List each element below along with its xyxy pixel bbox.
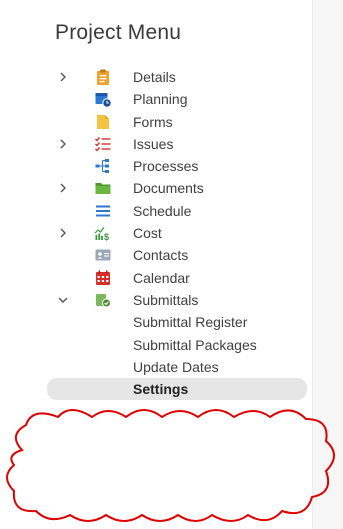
menu-item-submittals[interactable]: Submittals — [0, 289, 312, 311]
menu-item-forms[interactable]: Forms — [0, 111, 312, 133]
submenu-item-submittal-packages[interactable]: Submittal Packages — [0, 334, 312, 356]
menu-item-label: Processes — [133, 158, 199, 175]
process-tree-icon — [95, 159, 109, 174]
contact-card-icon — [95, 249, 111, 261]
submittals-icon — [96, 293, 111, 308]
chevron-right-icon[interactable] — [57, 182, 69, 194]
form-icon — [97, 114, 109, 129]
submenu-item-label: Submittal Register — [133, 314, 248, 331]
chevron-right-icon[interactable] — [57, 138, 69, 150]
menu-item-calendar[interactable]: Calendar — [0, 267, 312, 289]
menu-item-label: Submittals — [133, 291, 199, 308]
menu-item-documents[interactable]: Documents — [0, 177, 312, 199]
menu-item-label: Contacts — [133, 247, 189, 264]
submenu-item-settings[interactable]: Settings — [0, 378, 312, 401]
chevron-right-icon[interactable] — [57, 227, 69, 239]
cloud-annotation — [6, 409, 335, 522]
calendar-icon — [96, 270, 110, 285]
schedule-lines-icon — [96, 205, 110, 217]
clipboard-icon — [97, 69, 109, 85]
menu-item-details[interactable]: Details — [0, 66, 312, 88]
menu-item-schedule[interactable]: Schedule — [0, 200, 312, 222]
submenu-item-label: Settings — [133, 381, 189, 398]
menu-item-label: Documents — [133, 180, 204, 197]
project-menu-panel: Project Menu Details Planning Forms Issu… — [0, 0, 343, 529]
scroll-gutter — [312, 0, 343, 529]
checklist-icon — [95, 136, 111, 152]
menu-item-processes[interactable]: Processes — [0, 155, 312, 177]
project-menu: Details Planning Forms Issues Processes … — [0, 66, 312, 401]
menu-item-label: Details — [133, 69, 176, 85]
menu-item-label: Planning — [133, 91, 188, 108]
submenu-item-label: Submittal Packages — [133, 336, 257, 353]
menu-item-planning[interactable]: Planning — [0, 88, 312, 110]
menu-item-issues[interactable]: Issues — [0, 133, 312, 155]
submenu-item-label: Update Dates — [133, 358, 219, 375]
chevron-down-icon[interactable] — [57, 294, 69, 306]
submenu-item-submittal-register[interactable]: Submittal Register — [0, 311, 312, 333]
menu-item-contacts[interactable]: Contacts — [0, 244, 312, 266]
menu-item-label: Forms — [133, 113, 173, 130]
svg-text:$: $ — [104, 232, 109, 242]
page-title: Project Menu — [55, 21, 182, 44]
menu-item-label: Schedule — [133, 202, 192, 219]
chevron-right-icon[interactable] — [57, 71, 69, 83]
menu-item-cost[interactable]: $ Cost — [0, 222, 312, 244]
submenu-item-update-dates[interactable]: Update Dates — [0, 356, 312, 378]
cost-chart-icon: $ — [94, 227, 109, 242]
calendar-clock-icon — [95, 93, 112, 108]
folder-icon — [95, 183, 111, 195]
menu-item-label: Issues — [133, 135, 174, 152]
menu-item-label: Calendar — [133, 269, 190, 286]
menu-item-label: Cost — [133, 225, 162, 242]
